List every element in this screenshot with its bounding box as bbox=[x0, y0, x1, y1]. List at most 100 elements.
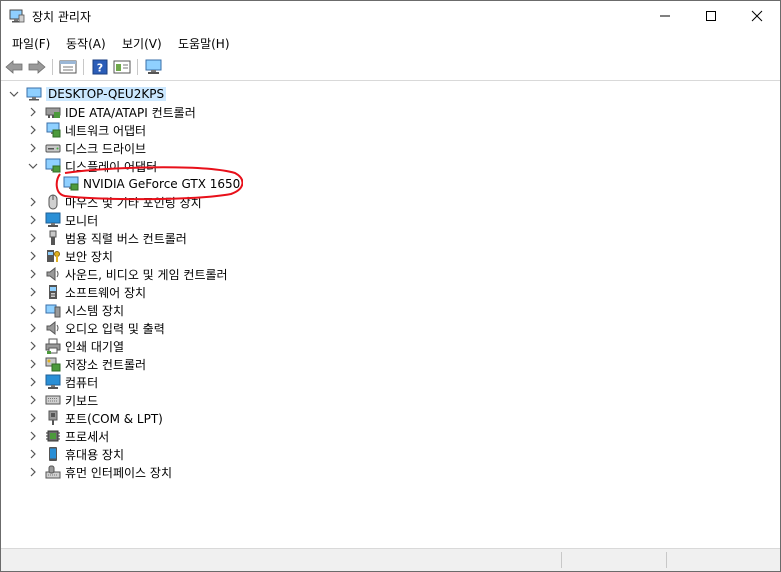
status-separator bbox=[666, 552, 667, 568]
menu-view[interactable]: 보기(V) bbox=[122, 35, 162, 52]
tree-item-label: 소프트웨어 장치 bbox=[65, 285, 147, 300]
monitor-scan-icon bbox=[145, 59, 162, 74]
device-manager-app-icon bbox=[9, 9, 25, 23]
mouse-icon bbox=[45, 194, 61, 210]
title-bar[interactable]: 장치 관리자 bbox=[1, 1, 780, 31]
expand-chevron-icon[interactable] bbox=[27, 142, 39, 154]
tree-item-label: 모니터 bbox=[65, 213, 99, 228]
tree-item-label: 키보드 bbox=[65, 393, 99, 408]
speaker-icon bbox=[45, 320, 61, 336]
toolbar-separator bbox=[83, 59, 84, 75]
network-adapter-icon bbox=[45, 122, 61, 138]
printer-icon bbox=[45, 338, 61, 354]
status-separator bbox=[561, 552, 562, 568]
tree-device[interactable]: NVIDIA GeForce GTX 1650 bbox=[45, 175, 240, 193]
expand-chevron-icon[interactable] bbox=[27, 376, 39, 388]
tree-category[interactable]: 키보드 bbox=[27, 391, 98, 409]
expand-chevron-icon[interactable] bbox=[27, 412, 39, 424]
tree-category[interactable]: 사운드, 비디오 및 게임 컨트롤러 bbox=[27, 265, 228, 283]
back-button[interactable] bbox=[4, 57, 24, 77]
root-computer-icon bbox=[26, 86, 42, 102]
tree-category[interactable]: 디스플레이 어댑터 bbox=[27, 157, 157, 175]
properties-button[interactable] bbox=[58, 57, 78, 77]
expand-chevron-icon[interactable] bbox=[27, 124, 39, 136]
expand-chevron-icon[interactable] bbox=[27, 286, 39, 298]
tree-category[interactable]: 시스템 장치 bbox=[27, 301, 124, 319]
tree-item-label: NVIDIA GeForce GTX 1650 bbox=[83, 177, 241, 191]
view-button[interactable] bbox=[112, 57, 132, 77]
minimize-button[interactable] bbox=[642, 1, 688, 31]
tree-category[interactable]: 디스크 드라이브 bbox=[27, 139, 146, 157]
menu-help[interactable]: 도움말(H) bbox=[178, 35, 230, 52]
expand-chevron-icon[interactable] bbox=[27, 358, 39, 370]
toolbar-separator bbox=[52, 59, 53, 75]
tree-category[interactable]: IDE ATA/ATAPI 컨트롤러 bbox=[27, 103, 196, 121]
maximize-button[interactable] bbox=[688, 1, 734, 31]
tree-category[interactable]: 인쇄 대기열 bbox=[27, 337, 124, 355]
device-manager-window: 장치 관리자 파일(F) 동작(A) 보기(V) 도움말(H) ? DESKTO… bbox=[0, 0, 781, 572]
port-icon bbox=[45, 410, 61, 426]
tree-category[interactable]: 보안 장치 bbox=[27, 247, 113, 265]
device-tree[interactable]: DESKTOP-QEU2KPS IDE ATA/ATAPI 컨트롤러네트워크 어댑… bbox=[1, 82, 780, 548]
svg-text:?: ? bbox=[97, 62, 103, 75]
forward-arrow-icon bbox=[28, 60, 46, 74]
expand-chevron-icon[interactable] bbox=[27, 322, 39, 334]
tree-category[interactable]: 포트(COM & LPT) bbox=[27, 409, 163, 427]
speaker-icon bbox=[45, 266, 61, 282]
tree-item-label: 보안 장치 bbox=[65, 249, 113, 264]
tree-item-label: 디스플레이 어댑터 bbox=[65, 159, 158, 174]
help-icon: ? bbox=[92, 59, 108, 75]
expand-chevron-icon[interactable] bbox=[27, 448, 39, 460]
keyboard-icon bbox=[45, 392, 61, 408]
expand-chevron-icon[interactable] bbox=[27, 232, 39, 244]
toolbar: ? bbox=[1, 54, 780, 81]
tree-category[interactable]: 모니터 bbox=[27, 211, 98, 229]
tree-category[interactable]: 프로세서 bbox=[27, 427, 109, 445]
tree-item-label: IDE ATA/ATAPI 컨트롤러 bbox=[65, 105, 196, 120]
software-device-icon bbox=[45, 284, 61, 300]
tree-category[interactable]: 소프트웨어 장치 bbox=[27, 283, 146, 301]
tree-item-label: 오디오 입력 및 출력 bbox=[65, 321, 165, 336]
tree-category[interactable]: 오디오 입력 및 출력 bbox=[27, 319, 165, 337]
scan-hardware-button[interactable] bbox=[144, 57, 164, 77]
tree-item-label: 네트워크 어댑터 bbox=[65, 123, 147, 138]
close-button[interactable] bbox=[734, 1, 780, 31]
tree-category[interactable]: 마우스 및 기타 포인팅 장치 bbox=[27, 193, 202, 211]
tree-item-label: 사운드, 비디오 및 게임 컨트롤러 bbox=[65, 267, 228, 282]
tree-category[interactable]: 범용 직렬 버스 컨트롤러 bbox=[27, 229, 187, 247]
expand-chevron-icon[interactable] bbox=[27, 304, 39, 316]
display-adapter-icon bbox=[45, 158, 61, 174]
expand-chevron-icon[interactable] bbox=[27, 250, 39, 262]
ide-controller-icon bbox=[45, 104, 61, 120]
tree-category[interactable]: 컴퓨터 bbox=[27, 373, 98, 391]
hid-icon bbox=[45, 464, 61, 480]
tree-item-label: 인쇄 대기열 bbox=[65, 339, 125, 354]
menu-action[interactable]: 동작(A) bbox=[66, 35, 106, 52]
expand-chevron-icon[interactable] bbox=[27, 268, 39, 280]
tree-item-label: 저장소 컨트롤러 bbox=[65, 357, 147, 372]
usb-icon bbox=[45, 230, 61, 246]
tree-category[interactable]: 휴먼 인터페이스 장치 bbox=[27, 463, 172, 481]
maximize-icon bbox=[706, 11, 716, 21]
expand-chevron-icon[interactable] bbox=[27, 466, 39, 478]
tree-category[interactable]: 휴대용 장치 bbox=[27, 445, 124, 463]
collapse-chevron-icon[interactable] bbox=[8, 88, 20, 100]
disk-drive-icon bbox=[45, 140, 61, 156]
expand-chevron-icon[interactable] bbox=[27, 106, 39, 118]
portable-device-icon bbox=[45, 446, 61, 462]
tree-root-computer[interactable]: DESKTOP-QEU2KPS bbox=[8, 85, 167, 103]
display-adapter-icon bbox=[63, 176, 79, 192]
tree-category[interactable]: 네트워크 어댑터 bbox=[27, 121, 146, 139]
expand-chevron-icon[interactable] bbox=[27, 196, 39, 208]
collapse-chevron-icon[interactable] bbox=[27, 160, 39, 172]
help-button[interactable]: ? bbox=[90, 57, 110, 77]
expand-chevron-icon[interactable] bbox=[27, 214, 39, 226]
expand-chevron-icon[interactable] bbox=[27, 430, 39, 442]
expand-chevron-icon[interactable] bbox=[27, 340, 39, 352]
menu-file[interactable]: 파일(F) bbox=[12, 35, 50, 52]
forward-button[interactable] bbox=[27, 57, 47, 77]
tree-category[interactable]: 저장소 컨트롤러 bbox=[27, 355, 146, 373]
expand-chevron-icon[interactable] bbox=[27, 394, 39, 406]
toolbar-separator bbox=[137, 59, 138, 75]
